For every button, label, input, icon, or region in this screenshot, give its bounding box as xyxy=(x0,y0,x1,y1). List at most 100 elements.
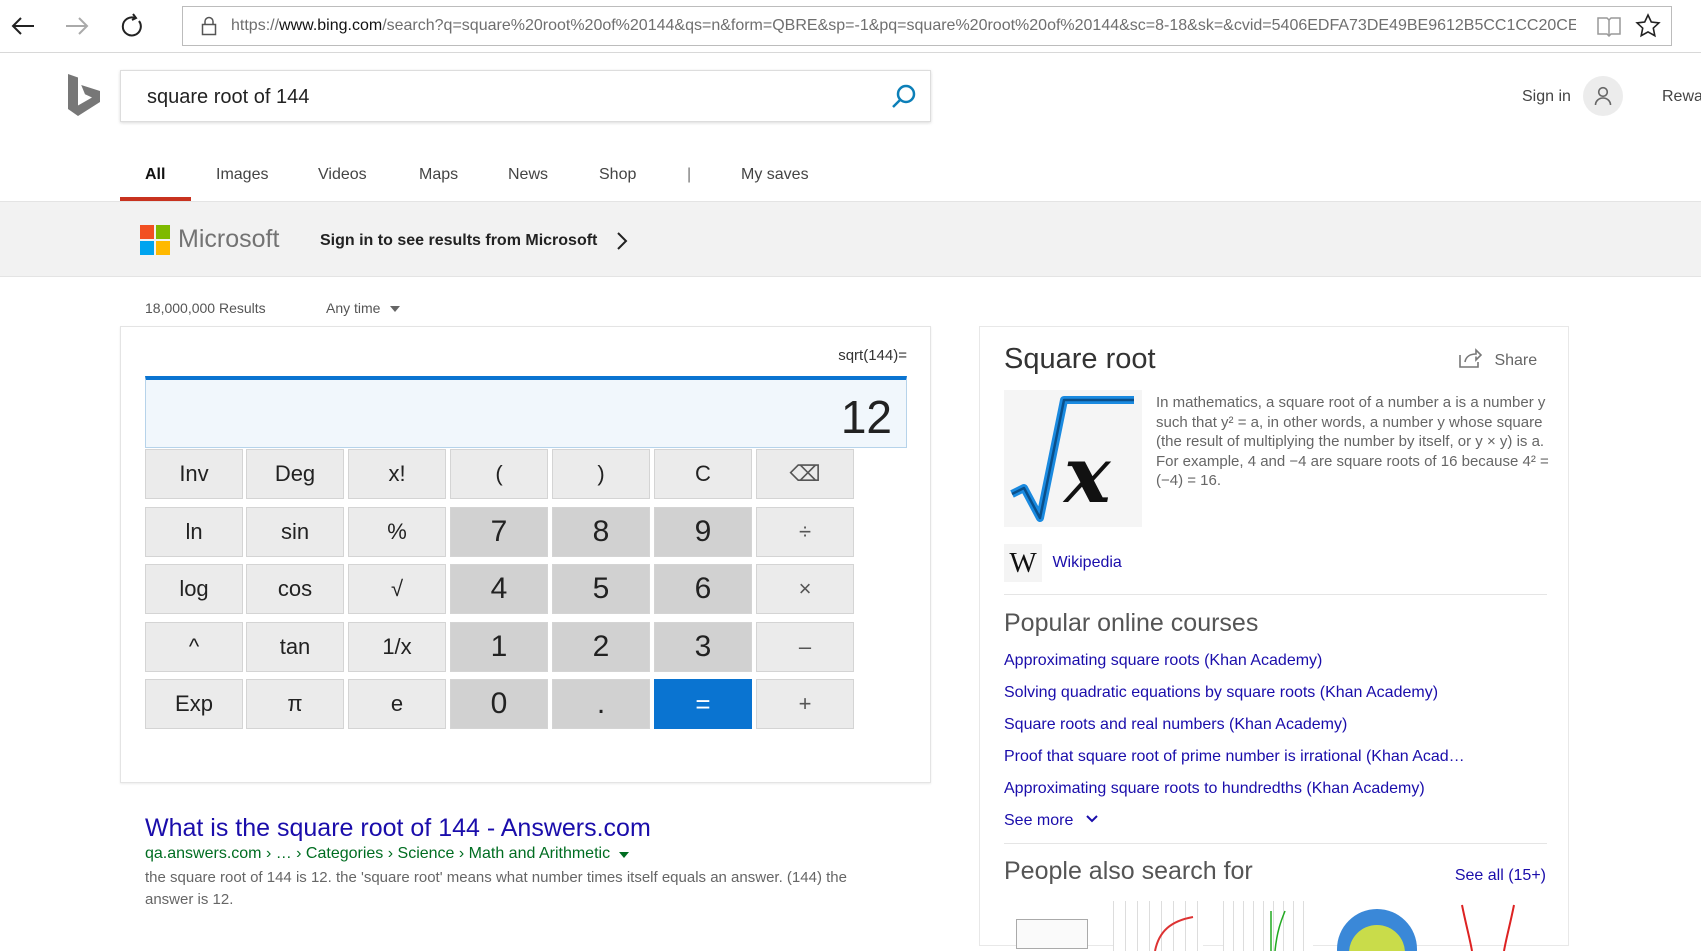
sqrt-x-image[interactable]: x xyxy=(1004,390,1142,527)
svg-text:x: x xyxy=(1062,430,1112,521)
tab-news[interactable]: News xyxy=(508,166,548,184)
wikipedia-w-icon: W xyxy=(1004,544,1042,582)
calc-expression: sqrt(144)= xyxy=(838,347,907,364)
back-button[interactable] xyxy=(5,8,41,44)
calc-key-divide[interactable]: ÷ xyxy=(756,507,854,557)
calc-key-minus[interactable]: – xyxy=(756,622,854,672)
address-bar[interactable]: https://www.bing.com/search?q=square%20r… xyxy=(182,6,1672,46)
result-url: qa.answers.com › … › Categories › Scienc… xyxy=(145,845,629,863)
tab-all[interactable]: All xyxy=(145,166,165,184)
calc-key-6[interactable]: 6 xyxy=(654,564,752,614)
see-all-link[interactable]: See all (15+) xyxy=(1455,867,1546,885)
tab-my-saves[interactable]: My saves xyxy=(741,166,809,184)
url-text: https://www.bing.com/search?q=square%20r… xyxy=(231,17,1576,34)
avatar[interactable] xyxy=(1583,76,1623,116)
calc-key-e[interactable]: e xyxy=(348,679,446,729)
reading-view-icon[interactable] xyxy=(1596,15,1622,37)
calc-key-deg[interactable]: Deg xyxy=(246,449,344,499)
calc-key-sin[interactable]: sin xyxy=(246,507,344,557)
calc-key-clear[interactable]: C xyxy=(654,449,752,499)
calc-key-7[interactable]: 7 xyxy=(450,507,548,557)
calc-key-decimal[interactable]: . xyxy=(552,679,650,729)
refresh-button[interactable] xyxy=(114,8,150,44)
bing-logo-icon[interactable] xyxy=(66,72,102,118)
forward-arrow-icon xyxy=(66,17,89,35)
back-arrow-icon xyxy=(11,17,34,35)
search-input[interactable]: square root of 144 xyxy=(147,86,309,109)
calc-key-pi[interactable]: π xyxy=(246,679,344,729)
wikipedia-link[interactable]: Wikipedia xyxy=(1052,554,1121,571)
microsoft-brand: Microsoft xyxy=(178,225,280,253)
calc-key-9[interactable]: 9 xyxy=(654,507,752,557)
browser-toolbar: https://www.bing.com/search?q=square%20r… xyxy=(0,0,1701,53)
calc-key-plus[interactable]: + xyxy=(756,679,854,729)
tab-maps[interactable]: Maps xyxy=(419,166,458,184)
calc-key-3[interactable]: 3 xyxy=(654,622,752,672)
banner-text[interactable]: Sign in to see results from Microsoft xyxy=(320,232,597,250)
sign-in-link[interactable]: Sign in xyxy=(1522,88,1571,106)
course-link[interactable]: Approximating square roots (Khan Academy… xyxy=(1004,652,1322,670)
calc-key-open-paren[interactable]: ( xyxy=(450,449,548,499)
calc-key-8[interactable]: 8 xyxy=(552,507,650,557)
favorite-star-icon[interactable] xyxy=(1635,13,1661,39)
course-link[interactable]: Solving quadratic equations by square ro… xyxy=(1004,684,1438,702)
people-also-search-title: People also search for xyxy=(1004,857,1253,885)
wikipedia-source[interactable]: W Wikipedia xyxy=(1004,544,1122,582)
search-icon[interactable] xyxy=(890,83,918,111)
calc-key-exp[interactable]: Exp xyxy=(145,679,243,729)
refresh-icon xyxy=(121,13,142,37)
result-url-text[interactable]: qa.answers.com › … › Categories › Scienc… xyxy=(145,845,610,862)
search-box[interactable]: square root of 144 xyxy=(120,70,931,122)
course-link[interactable]: Square roots and real numbers (Khan Acad… xyxy=(1004,716,1347,734)
calc-key-factorial[interactable]: x! xyxy=(348,449,446,499)
calc-key-multiply[interactable]: × xyxy=(756,564,854,614)
rewards-link[interactable]: Rewa xyxy=(1662,88,1701,106)
divider xyxy=(1004,843,1547,844)
share-icon xyxy=(1459,348,1483,368)
calc-key-inv[interactable]: Inv xyxy=(145,449,243,499)
share-label: Share xyxy=(1494,352,1538,369)
related-thumbnail[interactable] xyxy=(1442,901,1532,951)
tab-videos[interactable]: Videos xyxy=(318,166,367,184)
forward-button[interactable] xyxy=(59,8,95,44)
related-thumbnail[interactable] xyxy=(1113,901,1203,951)
calc-key-0[interactable]: 0 xyxy=(450,679,548,729)
course-link[interactable]: Approximating square roots to hundredths… xyxy=(1004,780,1425,798)
lock-icon xyxy=(201,16,217,36)
calc-key-log[interactable]: log xyxy=(145,564,243,614)
caret-down-icon[interactable] xyxy=(618,852,629,858)
course-link[interactable]: Proof that square root of prime number i… xyxy=(1004,748,1465,766)
calc-key-power[interactable]: ^ xyxy=(145,622,243,672)
related-thumbnail[interactable] xyxy=(1332,901,1422,951)
calc-key-sqrt[interactable]: √ xyxy=(348,564,446,614)
divider xyxy=(1004,594,1547,595)
tab-images[interactable]: Images xyxy=(216,166,268,184)
calc-key-percent[interactable]: % xyxy=(348,507,446,557)
related-thumbnail[interactable] xyxy=(1004,901,1094,951)
calc-result: 12 xyxy=(840,391,892,443)
time-filter[interactable]: Any time xyxy=(326,300,401,316)
microsoft-signin-banner[interactable]: Microsoft Sign in to see results from Mi… xyxy=(0,201,1701,277)
microsoft-logo-icon xyxy=(140,225,170,255)
calc-key-reciprocal[interactable]: 1/x xyxy=(348,622,446,672)
calc-key-4[interactable]: 4 xyxy=(450,564,548,614)
calc-key-1[interactable]: 1 xyxy=(450,622,548,672)
calc-key-backspace[interactable]: ⌫ xyxy=(756,449,854,499)
user-icon xyxy=(1594,86,1612,106)
panel-description: In mathematics, a square root of a numbe… xyxy=(1156,394,1549,489)
calc-key-2[interactable]: 2 xyxy=(552,622,650,672)
see-more-button[interactable]: See more xyxy=(1004,812,1098,830)
tab-shop[interactable]: Shop xyxy=(599,166,636,184)
tab-separator: | xyxy=(687,166,692,183)
calc-key-close-paren[interactable]: ) xyxy=(552,449,650,499)
calc-key-tan[interactable]: tan xyxy=(246,622,344,672)
knowledge-panel: Square root Share x In mathematics, a sq… xyxy=(979,326,1569,951)
share-button[interactable]: Share xyxy=(1458,347,1537,370)
calc-key-equals[interactable]: = xyxy=(654,679,752,729)
result-title-link[interactable]: What is the square root of 144 - Answers… xyxy=(145,814,651,843)
related-thumbnail[interactable] xyxy=(1223,901,1313,951)
calc-key-ln[interactable]: ln xyxy=(145,507,243,557)
calc-key-cos[interactable]: cos xyxy=(246,564,344,614)
calc-key-5[interactable]: 5 xyxy=(552,564,650,614)
result-snippet: the square root of 144 is 12. the 'squar… xyxy=(145,869,847,908)
